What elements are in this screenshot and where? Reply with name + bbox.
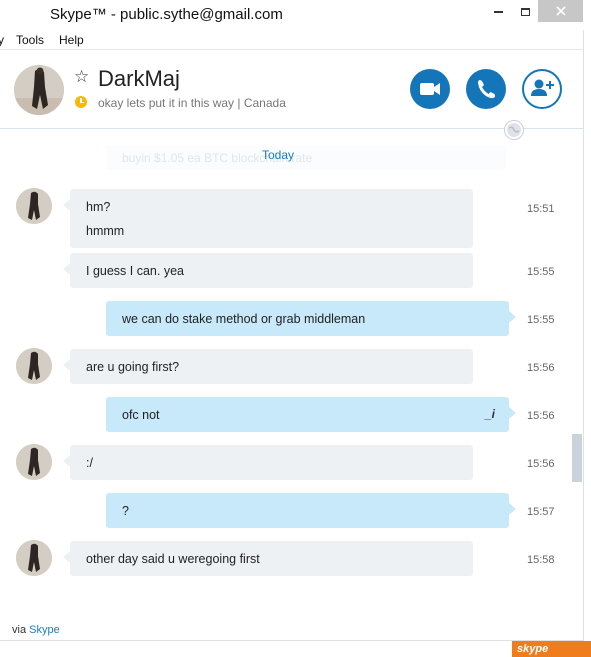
- date-divider: Today: [262, 148, 295, 162]
- menu-item-view-cut[interactable]: y: [0, 33, 4, 47]
- favorite-star-icon[interactable]: ☆: [74, 67, 89, 87]
- menu-item-tools[interactable]: Tools: [16, 33, 44, 47]
- maximize-icon: [520, 7, 530, 16]
- close-button[interactable]: [538, 0, 583, 22]
- avatar-photo-icon: [14, 65, 64, 115]
- message-timestamp: 15:56: [527, 458, 555, 470]
- skype-logo-badge: skype: [512, 641, 591, 657]
- avatar-photo-icon: [16, 444, 52, 480]
- conversation-header: ☆ DarkMaj okay lets put it in this way |…: [0, 51, 583, 129]
- message-text: are u going first?: [86, 360, 180, 374]
- message-bubble-outgoing[interactable]: we can do stake method or grab middleman: [106, 301, 516, 336]
- add-contact-button[interactable]: [522, 69, 562, 109]
- message-bubble-incoming[interactable]: are u going first?: [63, 349, 473, 384]
- globe-icon[interactable]: [504, 120, 524, 140]
- message-text: ofc not: [122, 408, 160, 422]
- message-bubble-incoming[interactable]: hm? hmmm: [63, 189, 473, 248]
- message-timestamp: 15:56: [527, 362, 555, 374]
- message-text: I guess I can. yea: [86, 264, 184, 278]
- message-timestamp: 15:56: [527, 410, 555, 422]
- window-edge: [583, 30, 591, 657]
- menu-item-help[interactable]: Help: [59, 33, 84, 47]
- avatar-photo-icon: [16, 188, 52, 224]
- message-text: :/: [86, 456, 93, 470]
- message-avatar[interactable]: [16, 188, 52, 224]
- window-title: Skype™ - public.sythe@gmail.com: [50, 6, 283, 23]
- message-text: other day said u weregoing first: [86, 552, 260, 566]
- maximize-button[interactable]: [512, 0, 538, 22]
- minimize-button[interactable]: [485, 0, 511, 22]
- contact-avatar[interactable]: [14, 65, 64, 115]
- message-avatar[interactable]: [16, 444, 52, 480]
- avatar-photo-icon: [16, 540, 52, 576]
- via-skype-footer: via Skype: [12, 624, 60, 636]
- message-avatar[interactable]: [16, 540, 52, 576]
- message-timestamp: 15:58: [527, 554, 555, 566]
- message-timestamp: 15:57: [527, 506, 555, 518]
- minimize-icon: [493, 10, 503, 13]
- phone-icon: [478, 80, 495, 99]
- menu-bar: y Tools Help: [0, 30, 583, 50]
- message-text: hm?: [86, 200, 111, 214]
- close-icon: [555, 6, 566, 16]
- message-text: hmmm: [86, 224, 125, 238]
- contact-mood-line: okay lets put it in this way | Canada: [98, 96, 286, 110]
- message-bubble-incoming[interactable]: :/: [63, 445, 473, 480]
- video-call-button[interactable]: [410, 69, 450, 109]
- avatar-photo-icon: [16, 348, 52, 384]
- message-text: we can do stake method or grab middleman: [122, 312, 366, 326]
- message-bubble-incoming[interactable]: other day said u weregoing first: [63, 541, 473, 576]
- message-avatar[interactable]: [16, 348, 52, 384]
- chat-scrollbar-thumb[interactable]: [572, 434, 582, 482]
- message-bubble-outgoing[interactable]: ofc not _i: [106, 397, 516, 432]
- via-label: via: [12, 624, 27, 636]
- add-person-icon: [531, 79, 554, 96]
- contact-name: DarkMaj: [98, 66, 180, 91]
- voice-call-button[interactable]: [466, 69, 506, 109]
- edited-pencil-icon: _i: [484, 407, 495, 421]
- away-status-icon: [75, 96, 87, 108]
- video-camera-icon: [420, 83, 440, 95]
- message-text: ?: [122, 504, 129, 518]
- title-bar: Skype™ - public.sythe@gmail.com: [0, 0, 591, 30]
- message-bubble-outgoing[interactable]: ?: [106, 493, 516, 528]
- skype-link[interactable]: Skype: [29, 624, 60, 636]
- message-timestamp: 15:55: [527, 266, 555, 278]
- message-bubble-incoming[interactable]: I guess I can. yea: [63, 253, 473, 288]
- faded-previous-message: buyin $1.05 ea BTC blockchain rate: [106, 146, 506, 170]
- footer-divider: [0, 640, 583, 641]
- message-timestamp: 15:51: [527, 203, 555, 215]
- message-timestamp: 15:55: [527, 314, 555, 326]
